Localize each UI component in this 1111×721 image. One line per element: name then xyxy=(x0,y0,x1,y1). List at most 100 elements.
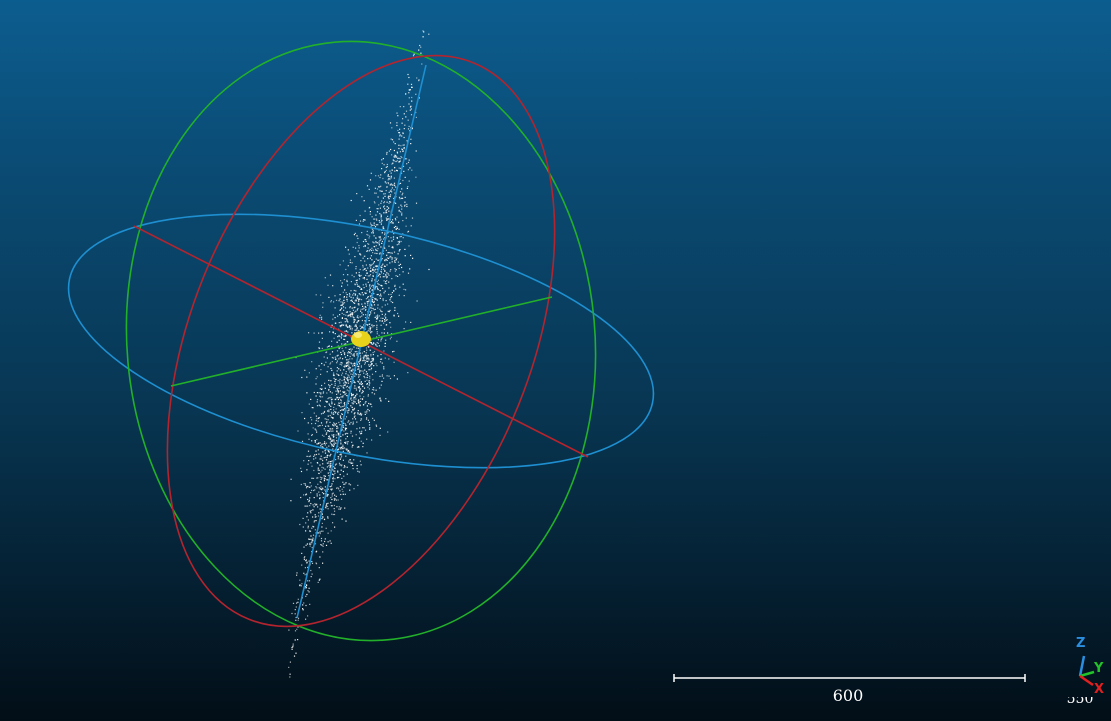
cloud-point xyxy=(325,425,327,427)
cloud-point xyxy=(380,324,382,326)
cloud-point xyxy=(342,493,344,495)
cloud-point xyxy=(315,453,318,456)
cloud-point xyxy=(316,487,318,489)
cloud-point xyxy=(382,299,384,302)
cloud-point xyxy=(333,499,336,501)
cloud-point xyxy=(401,266,403,269)
cloud-point xyxy=(368,388,370,390)
cloud-point xyxy=(337,374,339,376)
cloud-point xyxy=(345,311,347,313)
cloud-point xyxy=(394,257,396,259)
cloud-point xyxy=(384,319,386,321)
cloud-point xyxy=(386,201,388,203)
cloud-point xyxy=(319,508,321,510)
cloud-point xyxy=(369,291,371,293)
3d-viewport[interactable] xyxy=(0,0,1111,721)
cloud-point xyxy=(360,432,363,434)
cloud-point xyxy=(328,465,330,467)
cloud-point xyxy=(393,375,395,377)
cloud-point xyxy=(348,461,350,464)
cloud-point xyxy=(330,416,332,418)
cloud-point xyxy=(377,175,380,177)
cloud-point xyxy=(367,267,369,269)
cloud-point xyxy=(407,169,409,171)
cloud-point xyxy=(347,284,349,286)
cloud-point xyxy=(351,348,353,350)
cloud-point xyxy=(365,314,367,316)
cloud-point xyxy=(306,455,308,457)
cloud-point xyxy=(331,361,333,363)
cloud-point xyxy=(334,384,336,386)
cloud-point xyxy=(357,470,359,472)
cloud-point xyxy=(387,179,389,181)
cloud-point xyxy=(339,314,341,316)
cloud-point xyxy=(368,421,370,423)
cloud-point xyxy=(355,290,357,292)
cloud-point xyxy=(401,194,403,196)
cloud-point xyxy=(323,493,325,495)
cloud-point xyxy=(338,405,340,407)
cloud-point xyxy=(387,252,389,254)
cloud-point xyxy=(340,448,342,450)
cloud-point xyxy=(319,458,321,460)
cloud-point xyxy=(371,392,373,394)
cloud-point xyxy=(377,304,379,306)
cloud-point xyxy=(324,452,327,454)
cloud-point xyxy=(407,119,409,121)
cloud-point xyxy=(384,342,386,345)
cloud-point xyxy=(354,306,356,308)
cloud-point xyxy=(327,541,329,543)
cloud-point xyxy=(334,333,336,335)
axis-triad[interactable]: Z Y X xyxy=(1060,630,1110,695)
cloud-point xyxy=(320,540,323,542)
cloud-point xyxy=(362,266,364,268)
cloud-point xyxy=(403,136,405,139)
cloud-point xyxy=(307,580,309,582)
cloud-point xyxy=(354,293,357,295)
cloud-point xyxy=(391,278,393,280)
cloud-point xyxy=(323,428,325,430)
cloud-point xyxy=(322,543,324,545)
cloud-point xyxy=(372,229,374,231)
cloud-point xyxy=(340,446,343,449)
cloud-point xyxy=(296,574,298,576)
cloud-point xyxy=(372,263,374,265)
cloud-point xyxy=(329,385,331,387)
cloud-point xyxy=(347,265,349,267)
cloud-point xyxy=(332,318,334,320)
cloud-point xyxy=(318,453,320,455)
cloud-point xyxy=(346,311,349,313)
cloud-point xyxy=(381,232,383,234)
cloud-point xyxy=(368,359,370,361)
cloud-point xyxy=(388,195,390,197)
cloud-point xyxy=(318,472,320,475)
cloud-point xyxy=(326,495,328,497)
cloud-point xyxy=(384,357,386,359)
cloud-point xyxy=(339,458,341,460)
cloud-point xyxy=(352,462,354,464)
cloud-point xyxy=(385,398,387,400)
cloud-point xyxy=(320,373,322,375)
cloud-point xyxy=(351,411,353,413)
cloud-point xyxy=(349,459,351,461)
cloud-point xyxy=(377,288,379,290)
cloud-point xyxy=(365,264,367,266)
cloud-point xyxy=(331,340,333,342)
cloud-point xyxy=(379,237,381,239)
cloud-point xyxy=(365,357,367,359)
cloud-point xyxy=(368,328,370,330)
cloud-point xyxy=(405,217,407,219)
cloud-point xyxy=(399,249,401,251)
cloud-point xyxy=(382,317,384,319)
cloud-point xyxy=(386,272,388,274)
cloud-point xyxy=(343,384,345,386)
cloud-point xyxy=(340,353,343,356)
cloud-point xyxy=(383,268,385,270)
cloud-point xyxy=(329,540,331,542)
cloud-point xyxy=(373,218,375,220)
cloud-point xyxy=(401,122,403,124)
cloud-point xyxy=(365,269,367,272)
cloud-point xyxy=(396,216,398,218)
cloud-point xyxy=(358,375,360,377)
cloud-point xyxy=(384,232,386,234)
